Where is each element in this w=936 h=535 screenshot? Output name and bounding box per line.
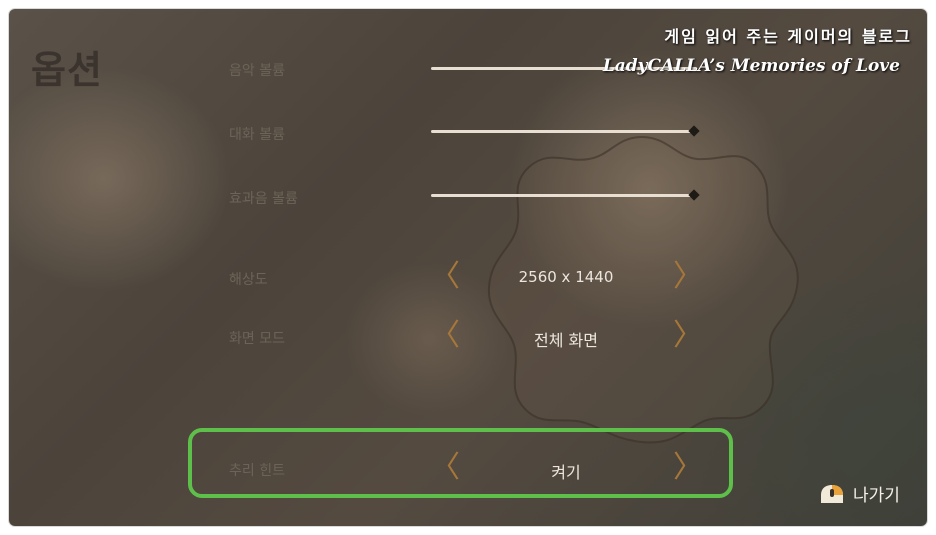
- exit-button[interactable]: 나가기: [819, 481, 900, 506]
- sfx-volume-slider[interactable]: [431, 194, 697, 197]
- options-screen: 옵션 음악 볼륨 대화 볼륨 효과음 볼륨 해상도 〈 2560 x 1440 …: [9, 9, 927, 526]
- resolution-label: 해상도: [229, 272, 268, 288]
- screen-mode-next-arrow[interactable]: 〉: [673, 321, 703, 351]
- decorative-lace-ornament: [487, 135, 799, 444]
- watermark-blog-subtitle: LadyCALLA’s Memories of Love: [602, 56, 900, 76]
- screen-mode-prev-arrow[interactable]: 〈: [430, 321, 460, 351]
- screen-mode-label: 화면 모드: [229, 331, 285, 347]
- exit-label: 나가기: [853, 486, 900, 506]
- resolution-next-arrow[interactable]: 〉: [673, 262, 703, 292]
- resolution-value: 2560 x 1440: [518, 268, 614, 286]
- music-volume-label: 음악 볼륨: [229, 63, 285, 79]
- reasoning-hint-label: 추리 힌트: [229, 463, 285, 479]
- reasoning-hint-value: 켜기: [551, 463, 581, 482]
- watermark-blog-title: 게임 읽어 주는 게이머의 블로그: [664, 27, 912, 46]
- resolution-prev-arrow[interactable]: 〈: [430, 262, 460, 292]
- dialog-volume-label: 대화 볼륨: [229, 127, 285, 143]
- dialog-volume-slider[interactable]: [431, 130, 697, 133]
- screen-mode-value: 전체 화면: [534, 331, 598, 350]
- mouse-right-click-icon: [821, 484, 843, 503]
- reasoning-hint-prev-arrow[interactable]: 〈: [430, 453, 460, 483]
- page-title: 옵션: [31, 48, 103, 92]
- sfx-volume-label: 효과음 볼륨: [229, 191, 298, 207]
- reasoning-hint-next-arrow[interactable]: 〉: [673, 453, 703, 483]
